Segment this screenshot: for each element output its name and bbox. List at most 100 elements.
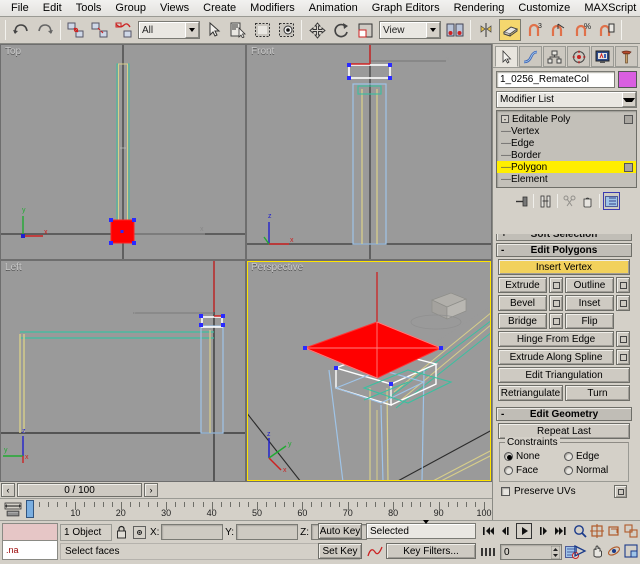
maxscript-input-line[interactable] (2, 523, 58, 541)
object-color-swatch[interactable] (618, 71, 637, 88)
current-frame-spinner[interactable]: 0 (500, 544, 562, 560)
menu-item-create[interactable]: Create (196, 0, 243, 16)
bridge-button[interactable]: Bridge (498, 313, 547, 329)
hinge-from-edge-button[interactable]: Hinge From Edge (498, 331, 614, 347)
spinner-arrows-icon[interactable] (551, 546, 560, 559)
edit-polygons-rollout-header[interactable]: - Edit Polygons (496, 243, 632, 257)
zoom-extents-button[interactable] (606, 523, 622, 539)
extrude-settings-button[interactable] (549, 277, 563, 293)
viewport-left-canvas[interactable]: y (0, 260, 246, 482)
viewport-left[interactable]: Left y (0, 260, 246, 482)
stack-item-editable-poly[interactable]: -Editable Poly (497, 113, 636, 125)
previous-frame-arrow[interactable]: ‹ (1, 483, 15, 497)
pin-stack-button[interactable] (513, 192, 530, 210)
angle-snap-button[interactable] (547, 19, 569, 41)
track-bar-ruler[interactable]: 102030405060708090100 (26, 499, 492, 521)
percent-snap-button[interactable]: % (571, 19, 593, 41)
menu-item-maxscript[interactable]: MAXScript (577, 0, 640, 16)
preserve-uvs-settings-button[interactable] (614, 485, 627, 498)
unlink-selection-button[interactable] (89, 19, 111, 41)
chevron-down-icon[interactable] (185, 22, 199, 38)
use-pivot-point-center-button[interactable] (444, 19, 466, 41)
maxscript-output-line[interactable]: .na (2, 541, 58, 560)
undo-button[interactable] (10, 19, 32, 41)
remove-modifier-button[interactable] (579, 192, 596, 210)
rectangular-selection-region-button[interactable] (251, 19, 273, 41)
viewport-perspective-canvas[interactable]: z y x (246, 260, 492, 482)
utilities-tab[interactable] (615, 46, 638, 67)
create-tab[interactable] (495, 46, 518, 67)
auto-key-button[interactable]: Auto Key (318, 523, 362, 539)
select-and-link-button[interactable] (65, 19, 87, 41)
constraint-face-radio[interactable]: Face (504, 463, 564, 477)
display-tab[interactable] (591, 46, 614, 67)
extrude-along-spline-button[interactable]: Extrude Along Spline (498, 349, 614, 365)
pan-view-button[interactable] (589, 543, 605, 559)
selection-lock-toggle-button[interactable] (112, 524, 130, 541)
select-and-scale-button[interactable] (354, 19, 376, 41)
snap-toggle-button[interactable]: 3 (523, 19, 545, 41)
previous-frame-button[interactable] (498, 523, 514, 539)
hinge-from-edge-settings-button[interactable] (616, 331, 630, 347)
next-frame-arrow[interactable]: › (144, 483, 158, 497)
go-to-end-button[interactable] (552, 523, 568, 539)
maximize-viewport-toggle-button[interactable] (623, 543, 639, 559)
play-animation-button[interactable] (516, 523, 532, 539)
spinner-snap-button[interactable] (595, 19, 617, 41)
retriangulate-button[interactable]: Retriangulate (498, 385, 563, 401)
modify-tab[interactable] (519, 46, 542, 67)
key-mode-toggle-button[interactable] (480, 544, 496, 560)
select-and-rotate-button[interactable] (330, 19, 352, 41)
field-of-view-button[interactable] (572, 543, 588, 559)
turn-button[interactable]: Turn (565, 385, 630, 401)
menu-item-rendering[interactable]: Rendering (447, 0, 512, 16)
make-unique-button[interactable] (561, 192, 578, 210)
redo-button[interactable] (34, 19, 56, 41)
viewport-top[interactable]: Top x (0, 44, 246, 260)
motion-tab[interactable] (567, 46, 590, 67)
menu-item-edit[interactable]: Edit (36, 0, 69, 16)
edit-geometry-rollout-header[interactable]: - Edit Geometry (496, 407, 632, 421)
outline-settings-button[interactable] (616, 277, 630, 293)
inset-settings-button[interactable] (616, 295, 630, 311)
stack-item-polygon[interactable]: —Polygon (497, 161, 636, 173)
configure-modifier-sets-button[interactable] (603, 192, 620, 210)
extrude-along-spline-settings-button[interactable] (616, 349, 630, 365)
modifier-stack[interactable]: -Editable Poly—Vertex—Edge—Border—Polygo… (496, 110, 637, 188)
absolute-relative-transform-button[interactable] (130, 524, 148, 541)
stack-item-toggle[interactable] (624, 163, 633, 172)
outline-button[interactable]: Outline (565, 277, 614, 293)
stack-item-border[interactable]: —Border (497, 149, 636, 161)
constraint-normal-radio[interactable]: Normal (564, 463, 624, 477)
select-and-move-button[interactable] (306, 19, 328, 41)
menu-item-animation[interactable]: Animation (302, 0, 365, 16)
zoom-button[interactable] (572, 523, 588, 539)
select-object-button[interactable] (203, 19, 225, 41)
stack-item-toggle[interactable] (624, 115, 633, 124)
key-filters-button[interactable]: Key Filters... (386, 543, 476, 559)
viewport-perspective[interactable]: Perspective (246, 260, 492, 482)
orbit-button[interactable] (606, 543, 622, 559)
x-field[interactable] (161, 524, 223, 540)
show-end-result-button[interactable] (537, 192, 554, 210)
viewport-front[interactable]: Front x (246, 44, 492, 260)
mirror-button[interactable] (475, 19, 497, 41)
stack-item-edge[interactable]: —Edge (497, 137, 636, 149)
stack-item-vertex[interactable]: —Vertex (497, 125, 636, 137)
menu-item-file[interactable]: File (4, 0, 36, 16)
edit-triangulation-button[interactable]: Edit Triangulation (498, 367, 630, 383)
extrude-button[interactable]: Extrude (498, 277, 547, 293)
bevel-settings-button[interactable] (549, 295, 563, 311)
preserve-uvs-row[interactable]: Preserve UVs (501, 485, 627, 498)
reference-coordinate-system-combo[interactable]: View (379, 21, 441, 39)
y-field[interactable] (236, 524, 298, 540)
constraint-edge-radio[interactable]: Edge (564, 449, 624, 463)
current-time-field[interactable]: 0 / 100 (17, 483, 142, 497)
preserve-uvs-checkbox[interactable] (501, 487, 510, 496)
zoom-region-button[interactable] (623, 523, 639, 539)
next-frame-button[interactable] (534, 523, 550, 539)
menu-item-tools[interactable]: Tools (69, 0, 109, 16)
rollout-area[interactable]: + Soft Selection - Edit Polygons Insert … (493, 234, 640, 520)
menu-item-modifiers[interactable]: Modifiers (243, 0, 302, 16)
bridge-settings-button[interactable] (549, 313, 563, 329)
